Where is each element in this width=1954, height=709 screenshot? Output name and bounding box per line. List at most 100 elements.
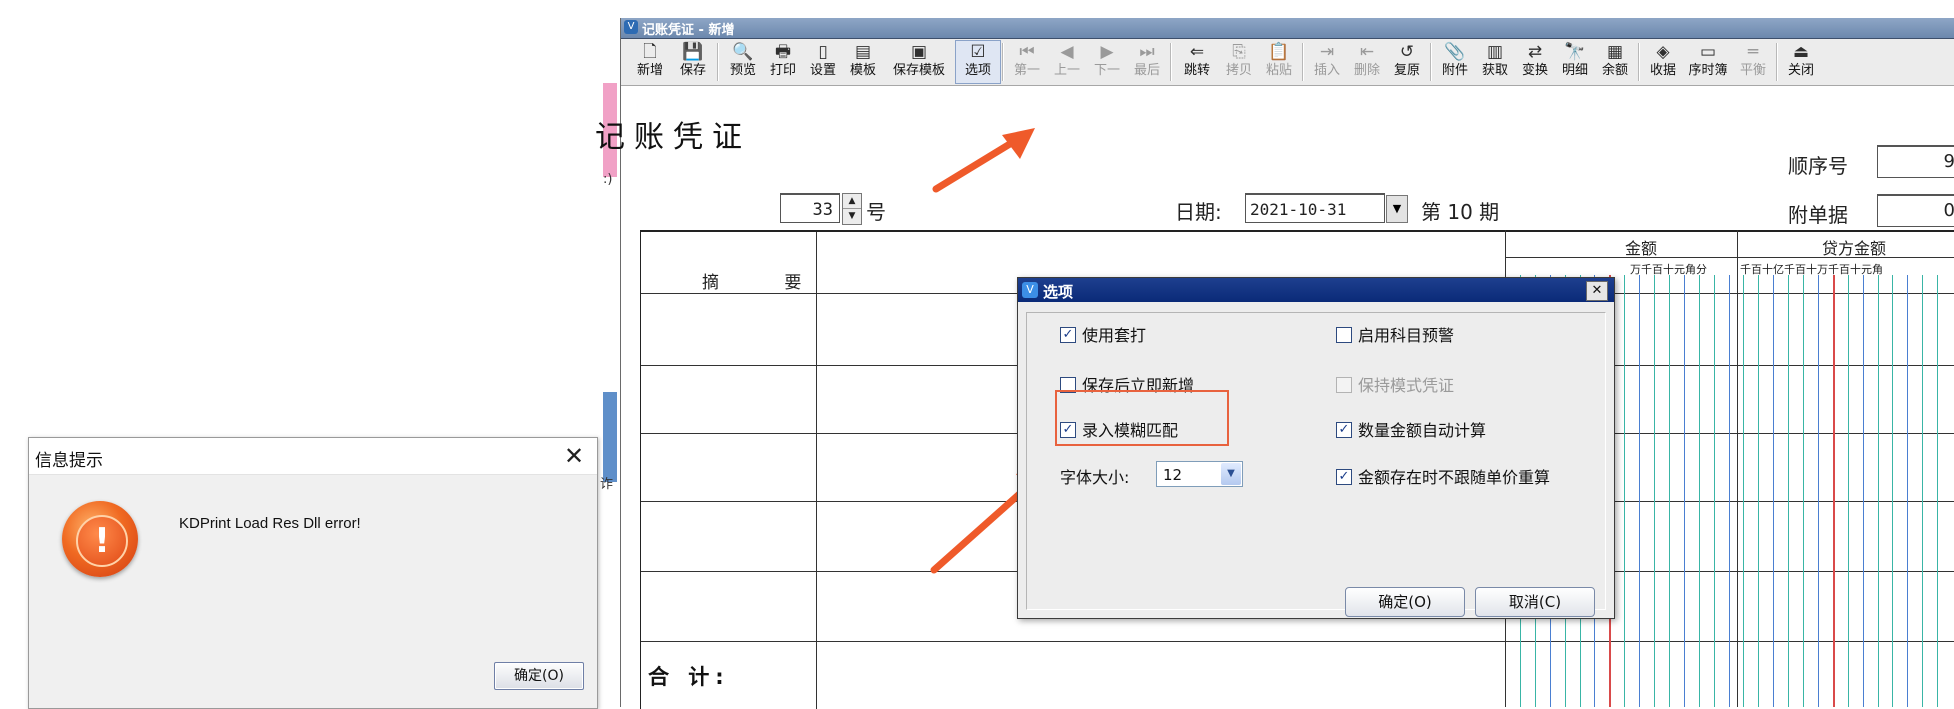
toolbar-button-label: 新增 [636, 63, 663, 78]
digit-grid-line [1862, 275, 1864, 707]
spin-down-icon[interactable]: ▼ [843, 209, 861, 223]
digit-grid-line [1728, 275, 1730, 707]
checkbox[interactable] [1336, 326, 1352, 343]
sequence-field[interactable]: 9 [1877, 145, 1954, 178]
toolbar-button-jump[interactable]: ⇐ 跳转 [1175, 41, 1219, 83]
digit-grid-line [1922, 275, 1924, 707]
amount-header-divider [1505, 257, 1954, 258]
date-label: 日期: [1175, 200, 1222, 224]
journal-icon: ▭ [1699, 42, 1717, 62]
toolbar-button-label: 预览 [729, 63, 756, 78]
toolbar-button-receipt[interactable]: ◈ 收据 [1643, 41, 1683, 83]
attachments-label: 附单据 [1788, 203, 1848, 227]
voucher-window-title: 记账凭证 - 新增 [642, 23, 735, 38]
spin-up-icon[interactable]: ▲ [843, 194, 861, 209]
toolbar-button-delete-row: ⇤ 删除 [1347, 41, 1387, 83]
toolbar-button-preview[interactable]: 🔍 预览 [723, 41, 763, 83]
toolbar-button-attachment[interactable]: 📎 附件 [1435, 41, 1475, 83]
toolbar-button-label: 保存模板 [892, 63, 945, 78]
toolbar-button-label: 插入 [1313, 63, 1340, 78]
toolbar-button-save[interactable]: 💾 保存 [673, 41, 713, 83]
digit-grid-line [1758, 275, 1760, 707]
balance-icon: ▦ [1606, 42, 1624, 62]
error-exclamation-icon: ! [62, 501, 138, 577]
background-window-text: 诈 [600, 477, 614, 492]
font-size-select[interactable]: 12 ▼ [1156, 461, 1243, 487]
digit-grid-line [1668, 275, 1670, 707]
options-dialog-titlebar: V 选项 ✕ [1018, 278, 1614, 302]
date-field[interactable]: 2021-10-31 [1245, 193, 1385, 223]
toolbar-separator [717, 43, 719, 81]
detail-icon: 🔭 [1564, 42, 1586, 62]
chevron-down-icon[interactable]: ▼ [1386, 195, 1408, 223]
info-dialog: 信息提示 ✕ ! KDPrint Load Res Dll error! 确定(… [28, 437, 598, 709]
info-ok-button[interactable]: 确定(O) [494, 662, 584, 690]
toolbar-button-label: 删除 [1353, 63, 1380, 78]
close-icon[interactable]: ✕ [1586, 281, 1608, 301]
toolbar-button-label: 粘贴 [1265, 63, 1292, 78]
digit-grid-line [1698, 275, 1700, 707]
fetch-icon: ▥ [1486, 42, 1504, 62]
close-icon[interactable]: ✕ [559, 441, 589, 471]
toolbar-button-copy: ⎘ 拷贝 [1219, 41, 1259, 83]
toolbar-button-close-window[interactable]: ⏏ 关闭 [1781, 41, 1821, 83]
voucher-number-field[interactable]: 33 [780, 193, 840, 223]
option-subject-warning[interactable]: 启用科目预警 [1336, 322, 1454, 346]
copy-icon: ⎘ [1232, 42, 1246, 62]
chevron-down-icon[interactable]: ▼ [1221, 463, 1241, 485]
toolbar-button-detail[interactable]: 🔭 明细 [1555, 41, 1595, 83]
credit-amount-header: 贷方金额 [1822, 239, 1887, 258]
toolbar-button-label: 打印 [769, 63, 796, 78]
toolbar-button-insert-row: ⇥ 插入 [1307, 41, 1347, 83]
toolbar-button-transform[interactable]: ⇄ 变换 [1515, 41, 1555, 83]
toolbar-button-next: ▶ 下一 [1087, 41, 1127, 83]
info-dialog-title: 信息提示 [35, 451, 103, 471]
toolbar-button-label: 余额 [1601, 63, 1628, 78]
toolbar-button-last: ⏭ 最后 [1127, 41, 1167, 83]
toolbar-button-save-template[interactable]: ▣ 保存模板 [883, 41, 955, 83]
toolbar-button-journal[interactable]: ▭ 序时簿 [1683, 41, 1733, 83]
toolbar-button-label: 保存 [679, 63, 706, 78]
digit-grid-line [1847, 275, 1849, 707]
digit-grid-line [1788, 275, 1790, 707]
voucher-number-suffix: 号 [866, 200, 886, 224]
checkbox[interactable]: ✓ [1060, 326, 1076, 343]
background-window-edge [603, 392, 617, 482]
toolbar-button-print[interactable]: 🖶 打印 [763, 41, 803, 83]
toolbar-button-fetch[interactable]: ▥ 获取 [1475, 41, 1515, 83]
app-icon: V [1022, 282, 1038, 298]
checkbox[interactable]: ✓ [1336, 468, 1352, 485]
transform-icon: ⇄ [1527, 42, 1543, 62]
credit-column-border [1737, 230, 1738, 707]
toolbar-separator [1638, 43, 1640, 81]
voucher-number-stepper[interactable]: ▲ ▼ [842, 193, 862, 225]
digit-grid-line [1654, 275, 1655, 707]
digit-grid-line [1743, 275, 1745, 707]
digit-grid-line [1639, 275, 1641, 707]
toolbar-button-new-file[interactable]: 🗋 新增 [627, 41, 673, 83]
option-no-reprice[interactable]: ✓ 金额存在时不跟随单价重算 [1336, 464, 1550, 488]
delete-row-icon: ⇤ [1359, 42, 1375, 62]
toolbar-button-options[interactable]: ☑ 选项 [955, 40, 1001, 84]
first-icon: ⏮ [1019, 42, 1035, 62]
toolbar-button-template[interactable]: ▤ 模板 [843, 41, 883, 83]
preview-icon: 🔍 [732, 42, 754, 62]
option-auto-calc-amount[interactable]: ✓ 数量金额自动计算 [1336, 417, 1486, 441]
voucher-heading: 记账凭证 [595, 120, 751, 155]
digit-grid-line [1713, 275, 1715, 707]
options-ok-button[interactable]: 确定(O) [1345, 587, 1465, 617]
toolbar-button-page-setup[interactable]: ▯ 设置 [803, 41, 843, 83]
page-setup-icon: ▯ [818, 42, 828, 62]
attachment-icon: 📎 [1444, 42, 1466, 62]
options-cancel-button[interactable]: 取消(C) [1475, 587, 1595, 617]
option-use-preprint[interactable]: ✓ 使用套打 [1060, 322, 1146, 346]
attachments-field[interactable]: 0 [1877, 194, 1954, 227]
digit-grid-line [1817, 275, 1819, 707]
toolbar-button-restore[interactable]: ↺ 复原 [1387, 41, 1427, 83]
toolbar-button-balance[interactable]: ▦ 余额 [1595, 41, 1635, 83]
toolbar-button-previous: ◀ 上一 [1047, 41, 1087, 83]
option-keep-template-voucher: 保持模式凭证 [1336, 372, 1454, 396]
digit-grid-line [1624, 275, 1626, 707]
checkbox[interactable]: ✓ [1336, 421, 1352, 438]
info-dialog-titlebar: 信息提示 ✕ [29, 438, 597, 475]
